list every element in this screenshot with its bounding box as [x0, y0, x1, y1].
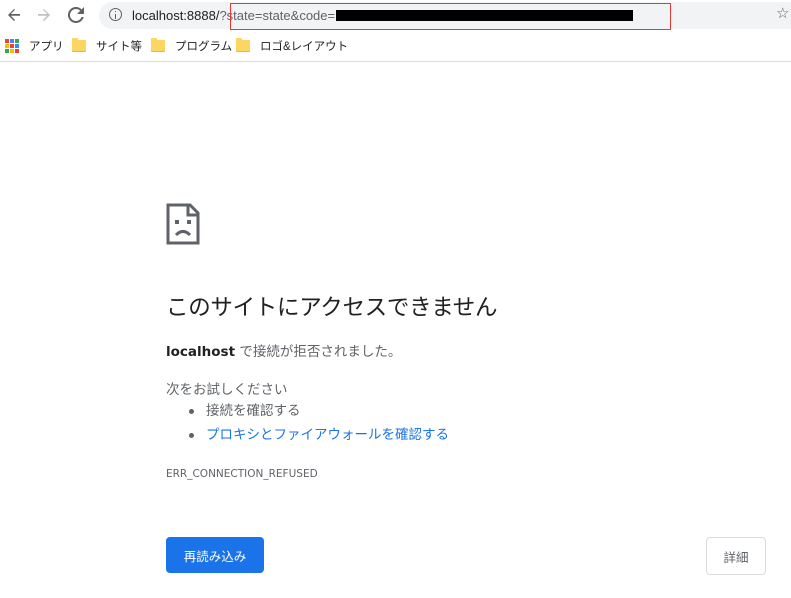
bookmark-label: サイト等	[96, 41, 142, 53]
suggestion-check-connection: 接続を確認する	[186, 402, 449, 426]
bookmark-apps[interactable]: アプリ	[5, 38, 64, 54]
reload-page-button[interactable]	[64, 3, 88, 27]
error-description-text: で接続が拒否されました。	[235, 344, 402, 360]
bookmark-label: プログラム	[175, 41, 233, 53]
bookmark-star-icon[interactable]: ☆	[776, 5, 789, 22]
apps-grid-icon	[5, 39, 19, 53]
forward-button[interactable]	[32, 3, 56, 27]
browser-toolbar: localhost:8888/?state=state&code= ☆	[0, 0, 791, 31]
url-host: localhost:8888/	[132, 8, 220, 23]
back-arrow-icon	[8, 9, 20, 21]
back-button[interactable]	[2, 3, 26, 27]
forward-arrow-icon	[38, 9, 50, 21]
folder-icon	[151, 38, 165, 52]
info-icon[interactable]	[109, 8, 122, 21]
error-heading: このサイトにアクセスできません	[166, 295, 498, 321]
sad-page-icon	[166, 203, 200, 249]
suggestions-title: 次をお試しください	[166, 382, 288, 398]
reload-button[interactable]: 再読み込み	[166, 537, 264, 573]
suggestion-check-proxy-firewall-link[interactable]: プロキシとファイアウォールを確認する	[186, 426, 449, 450]
folder-icon	[72, 38, 86, 52]
error-host: localhost	[166, 344, 236, 360]
bookmark-label: アプリ	[29, 41, 64, 53]
bookmark-folder-sites[interactable]: サイト等	[72, 38, 142, 54]
folder-icon	[236, 38, 250, 52]
bookmarks-bar: アプリ サイト等 プログラム ロゴ&レイアウト	[0, 31, 791, 62]
error-description: localhost で接続が拒否されました。	[166, 340, 401, 360]
bookmark-label: ロゴ&レイアウト	[260, 41, 349, 53]
reload-icon	[68, 7, 84, 23]
suggestions-list: 接続を確認する プロキシとファイアウォールを確認する	[186, 402, 449, 450]
details-button[interactable]: 詳細	[706, 537, 766, 575]
bookmark-folder-logo-layout[interactable]: ロゴ&レイアウト	[236, 38, 348, 54]
annotation-highlight-box	[230, 3, 671, 30]
error-code: ERR_CONNECTION_REFUSED	[166, 468, 318, 480]
bookmark-folder-programs[interactable]: プログラム	[151, 38, 232, 54]
